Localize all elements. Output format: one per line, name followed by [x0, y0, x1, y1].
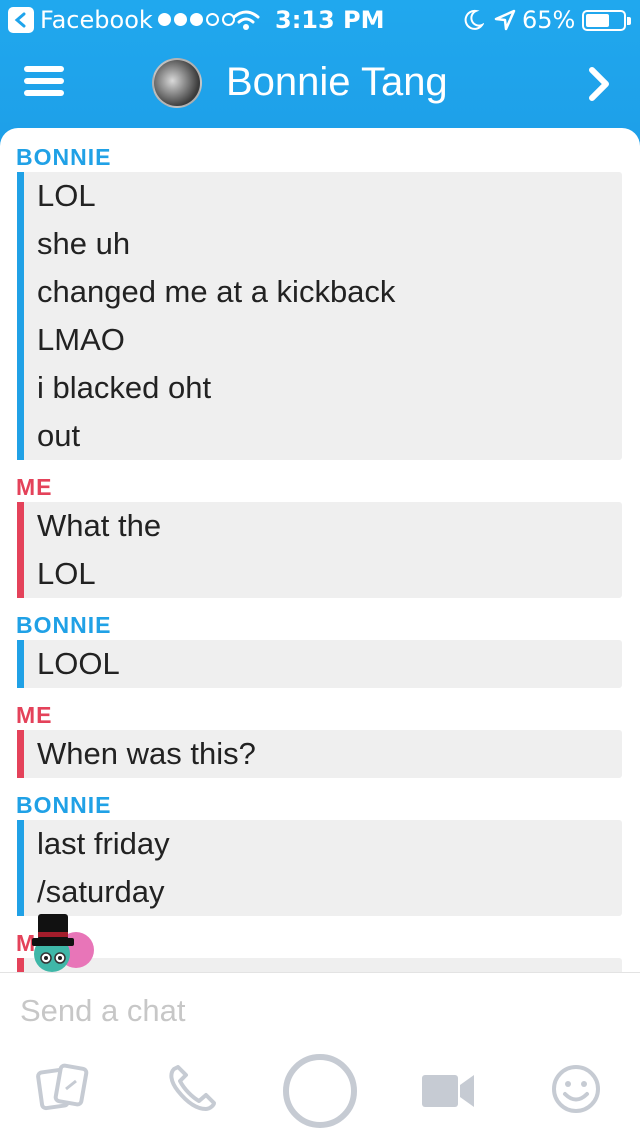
sender-label: ME	[16, 702, 53, 728]
message-line: LOL	[37, 178, 96, 213]
chat-composer	[0, 972, 640, 1136]
message-line: LOL	[37, 556, 96, 591]
battery-icon	[582, 10, 631, 31]
signal-icon	[158, 13, 235, 26]
message-bubble[interactable]: LOOL	[17, 640, 622, 688]
message-line: LOOL	[37, 646, 120, 681]
message-line: What the	[37, 508, 162, 543]
message-line: /saturday	[37, 874, 165, 909]
sender-color-bar	[17, 820, 24, 916]
contact-name[interactable]: Bonnie Tang	[226, 60, 448, 105]
clock: 3:13 PM	[275, 6, 385, 34]
sender-color-bar	[17, 172, 24, 460]
message-bubble[interactable]	[17, 958, 622, 972]
status-bar: Facebook 3:13 PM 65%	[0, 0, 640, 40]
location-icon	[494, 9, 516, 31]
sender-label: BONNIE	[16, 144, 112, 170]
sender-label: BONNIE	[16, 612, 112, 638]
sender-color-bar	[17, 640, 24, 688]
phone-icon[interactable]	[166, 1065, 218, 1113]
bitmoji-avatar[interactable]	[22, 908, 102, 974]
message-line: i blacked oht	[37, 370, 212, 405]
wifi-icon	[232, 10, 260, 30]
message-bubble[interactable]: What the LOL	[17, 502, 622, 598]
cards-icon[interactable]	[36, 1061, 92, 1113]
message-bubble[interactable]: LOL she uh changed me at a kickback LMAO…	[17, 172, 622, 460]
smiley-icon[interactable]	[550, 1063, 602, 1115]
sender-label: BONNIE	[16, 792, 112, 818]
avatar[interactable]	[152, 58, 202, 108]
video-icon[interactable]	[420, 1071, 476, 1111]
message-line: she uh	[37, 226, 131, 261]
message-line: When was this?	[37, 736, 256, 771]
message-bubble[interactable]: last friday /saturday	[17, 820, 622, 916]
battery-percent: 65%	[522, 6, 576, 34]
message-line: last friday	[37, 826, 170, 861]
chevron-right-icon[interactable]	[586, 66, 612, 102]
back-app-label[interactable]: Facebook	[40, 6, 153, 34]
capture-button[interactable]	[280, 1051, 360, 1131]
chat-history[interactable]: BONNIE LOL she uh changed me at a kickba…	[0, 128, 640, 972]
message-line: changed me at a kickback	[37, 274, 396, 309]
chat-input[interactable]	[20, 989, 620, 1033]
menu-icon[interactable]	[24, 66, 64, 100]
back-to-app-icon[interactable]	[8, 7, 34, 33]
sender-color-bar	[17, 502, 24, 598]
moon-icon	[464, 9, 484, 30]
sender-label: ME	[16, 474, 53, 500]
message-line: out	[37, 418, 81, 453]
message-line: LMAO	[37, 322, 125, 357]
message-bubble[interactable]: When was this?	[17, 730, 622, 778]
sender-color-bar	[17, 730, 24, 778]
